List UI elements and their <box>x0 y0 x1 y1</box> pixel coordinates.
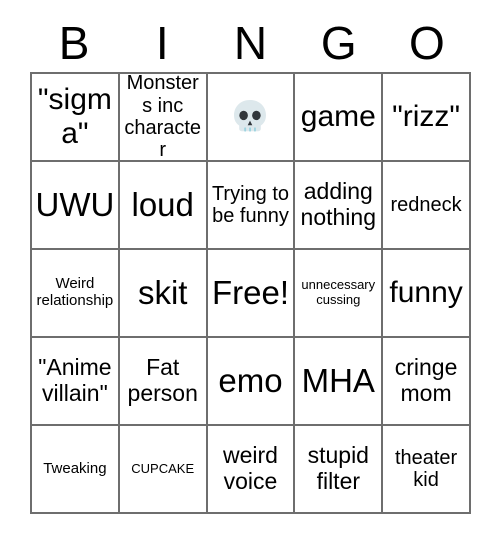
bingo-cell-label: Weird relationship <box>36 275 114 309</box>
bingo-cell[interactable]: redneck <box>383 162 471 250</box>
bingo-grid: "sigma" Monsters inc character game "rizz" U… <box>30 72 471 514</box>
bingo-cell-label: emo <box>218 361 283 399</box>
bingo-cell-label: game <box>300 100 376 134</box>
bingo-cell[interactable]: "sigma" <box>32 74 120 162</box>
bingo-cell[interactable]: funny <box>383 250 471 338</box>
bingo-header: B I N G O <box>30 14 471 72</box>
bingo-cell[interactable]: Fat person <box>119 338 208 426</box>
bingo-cell[interactable]: loud <box>119 162 208 250</box>
bingo-cell-label: unnecessary cussing <box>301 277 376 307</box>
bingo-cell[interactable]: weird voice <box>207 426 296 514</box>
bingo-cell-label: funny <box>389 276 463 310</box>
bingo-row: "sigma" Monsters inc character game "rizz" <box>32 74 471 162</box>
bingo-cell-label: stupid filter <box>307 442 369 494</box>
bingo-cell[interactable]: Free! <box>207 250 296 338</box>
bingo-cell[interactable]: Weird relationship <box>32 250 120 338</box>
bingo-cell-label: "sigma" <box>37 83 112 150</box>
bingo-cell[interactable]: emo <box>207 338 296 426</box>
bingo-cell-label: MHA <box>301 361 375 399</box>
bingo-cell-label: Fat person <box>127 354 198 406</box>
bingo-cell-label: adding nothing <box>300 178 377 230</box>
skull-icon <box>211 97 291 137</box>
bingo-cell[interactable]: UWU <box>32 162 120 250</box>
bingo-cell-label: "rizz" <box>392 100 461 134</box>
bingo-cell-label: Free! <box>211 273 289 311</box>
bingo-cell[interactable]: unnecessary cussing <box>295 250 384 338</box>
bingo-cell-label: UWU <box>35 185 115 223</box>
bingo-cell[interactable]: stupid filter <box>295 426 384 514</box>
bingo-cell-label: cringe mom <box>394 354 458 406</box>
bingo-cell-label: loud <box>131 185 194 223</box>
bingo-cell-label: theater kid <box>394 446 458 491</box>
bingo-header-letter-b: B <box>58 17 90 69</box>
bingo-card: B I N G O "sigma" Monsters inc character g… <box>30 14 471 514</box>
bingo-cell[interactable] <box>207 74 296 162</box>
bingo-cell[interactable]: MHA <box>295 338 384 426</box>
bingo-row: "Anime villain" Fat person emo MHA cringe mo… <box>32 338 471 426</box>
bingo-cell[interactable]: Trying to be funny <box>207 162 296 250</box>
bingo-cell[interactable]: CUPCAKE <box>119 426 208 514</box>
bingo-cell-label: Trying to be funny <box>211 182 290 227</box>
bingo-cell-label: CUPCAKE <box>131 460 195 476</box>
bingo-row: Tweaking CUPCAKE weird voice stupid filter t… <box>32 426 471 514</box>
bingo-cell[interactable]: skit <box>119 250 208 338</box>
bingo-cell[interactable]: cringe mom <box>383 338 471 426</box>
bingo-cell-label: redneck <box>390 193 462 216</box>
bingo-cell[interactable]: adding nothing <box>295 162 384 250</box>
bingo-header-letter-g: G <box>320 17 357 69</box>
bingo-header-letter-o: O <box>409 17 445 69</box>
bingo-cell[interactable]: theater kid <box>383 426 471 514</box>
bingo-cell-label: "Anime villain" <box>38 354 112 406</box>
bingo-cell-label: Tweaking <box>43 459 107 477</box>
bingo-cell-label: weird voice <box>223 442 278 494</box>
bingo-cell-label: skit <box>137 273 188 311</box>
bingo-header-letter-i: I <box>155 17 169 69</box>
bingo-cell[interactable]: "rizz" <box>383 74 471 162</box>
bingo-cell[interactable]: Monsters inc character <box>119 74 208 162</box>
bingo-cell-label: Monsters inc character <box>124 74 202 162</box>
bingo-row: UWU loud Trying to be funny adding nothing r… <box>32 162 471 250</box>
bingo-header-letter-n: N <box>233 17 268 69</box>
bingo-row: Weird relationship skit Free! unnecessary c… <box>32 250 471 338</box>
bingo-cell[interactable]: Tweaking <box>32 426 120 514</box>
bingo-cell[interactable]: "Anime villain" <box>32 338 120 426</box>
bingo-cell[interactable]: game <box>295 74 384 162</box>
